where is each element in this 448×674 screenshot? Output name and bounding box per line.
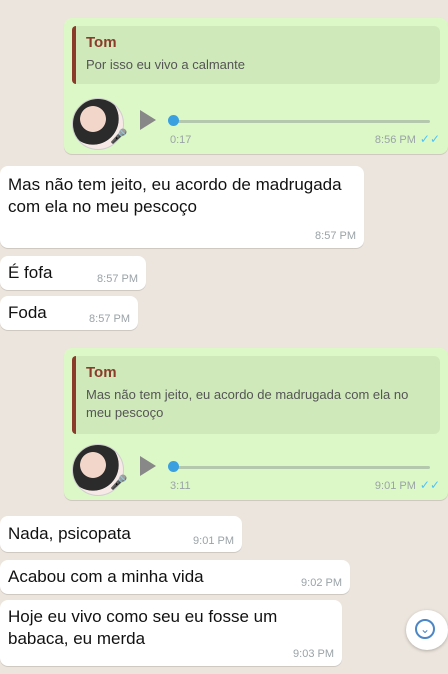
message-time: 9:01 PM ✓✓ bbox=[375, 478, 440, 492]
message-text: É fofa bbox=[8, 263, 53, 282]
chat-area: Tom Por isso eu vivo a calmante 🎤 0:17 8… bbox=[0, 0, 448, 674]
incoming-message[interactable]: Nada, psicopata 9:01 PM bbox=[0, 516, 242, 552]
audio-progress-handle[interactable] bbox=[168, 461, 179, 472]
message-text: Mas não tem jeito, eu acordo de madrugad… bbox=[8, 175, 342, 216]
play-icon[interactable] bbox=[140, 456, 156, 476]
quote-author: Tom bbox=[86, 364, 117, 381]
message-time: 8:57 PM bbox=[315, 230, 356, 242]
play-icon[interactable] bbox=[140, 110, 156, 130]
voice-message-bubble[interactable]: Tom Mas não tem jeito, eu acordo de madr… bbox=[64, 348, 448, 500]
message-time: 8:57 PM bbox=[89, 313, 130, 325]
incoming-message[interactable]: É fofa 8:57 PM bbox=[0, 256, 146, 290]
time-text: 8:56 PM bbox=[374, 134, 416, 146]
audio-duration: 3:11 bbox=[170, 480, 191, 492]
audio-progress-track[interactable] bbox=[170, 120, 430, 123]
message-time: 9:02 PM bbox=[301, 577, 342, 589]
chevron-down-circle-icon: ⌄ bbox=[415, 619, 435, 639]
message-text: Acabou com a minha vida bbox=[8, 567, 204, 586]
read-receipt-icon: ✓✓ bbox=[419, 478, 440, 492]
audio-progress-track[interactable] bbox=[170, 466, 430, 469]
message-time: 8:57 PM bbox=[97, 273, 138, 285]
microphone-icon: 🎤 bbox=[110, 128, 128, 144]
audio-duration: 0:17 bbox=[170, 134, 192, 146]
message-time: 8:56 PM ✓✓ bbox=[375, 132, 440, 146]
message-time: 9:01 PM bbox=[193, 535, 234, 547]
quote-text: Por isso eu vivo a calmante bbox=[86, 57, 245, 72]
incoming-message[interactable]: Hoje eu vivo como seu eu fosse um babaca… bbox=[0, 600, 342, 666]
message-text: Hoje eu vivo como seu eu fosse um babaca… bbox=[8, 607, 278, 648]
incoming-message[interactable]: Foda 8:57 PM bbox=[0, 296, 138, 330]
read-receipt-icon: ✓✓ bbox=[419, 132, 440, 146]
time-text: 9:01 PM bbox=[374, 480, 416, 492]
quoted-message[interactable]: Tom Por isso eu vivo a calmante bbox=[72, 26, 440, 84]
incoming-message[interactable]: Mas não tem jeito, eu acordo de madrugad… bbox=[0, 166, 364, 248]
microphone-icon: 🎤 bbox=[110, 474, 128, 490]
incoming-message[interactable]: Acabou com a minha vida 9:02 PM bbox=[0, 560, 350, 594]
quote-text: Mas não tem jeito, eu acordo de madrugad… bbox=[86, 387, 409, 420]
scroll-to-bottom-button[interactable]: ⌄ bbox=[406, 610, 448, 650]
message-text: Foda bbox=[8, 303, 47, 322]
quoted-message[interactable]: Tom Mas não tem jeito, eu acordo de madr… bbox=[72, 356, 440, 434]
quote-author: Tom bbox=[86, 34, 117, 51]
voice-message-bubble[interactable]: Tom Por isso eu vivo a calmante 🎤 0:17 8… bbox=[64, 18, 448, 154]
audio-progress-handle[interactable] bbox=[168, 115, 179, 126]
message-text: Nada, psicopata bbox=[8, 524, 131, 543]
message-time: 9:03 PM bbox=[293, 648, 334, 660]
